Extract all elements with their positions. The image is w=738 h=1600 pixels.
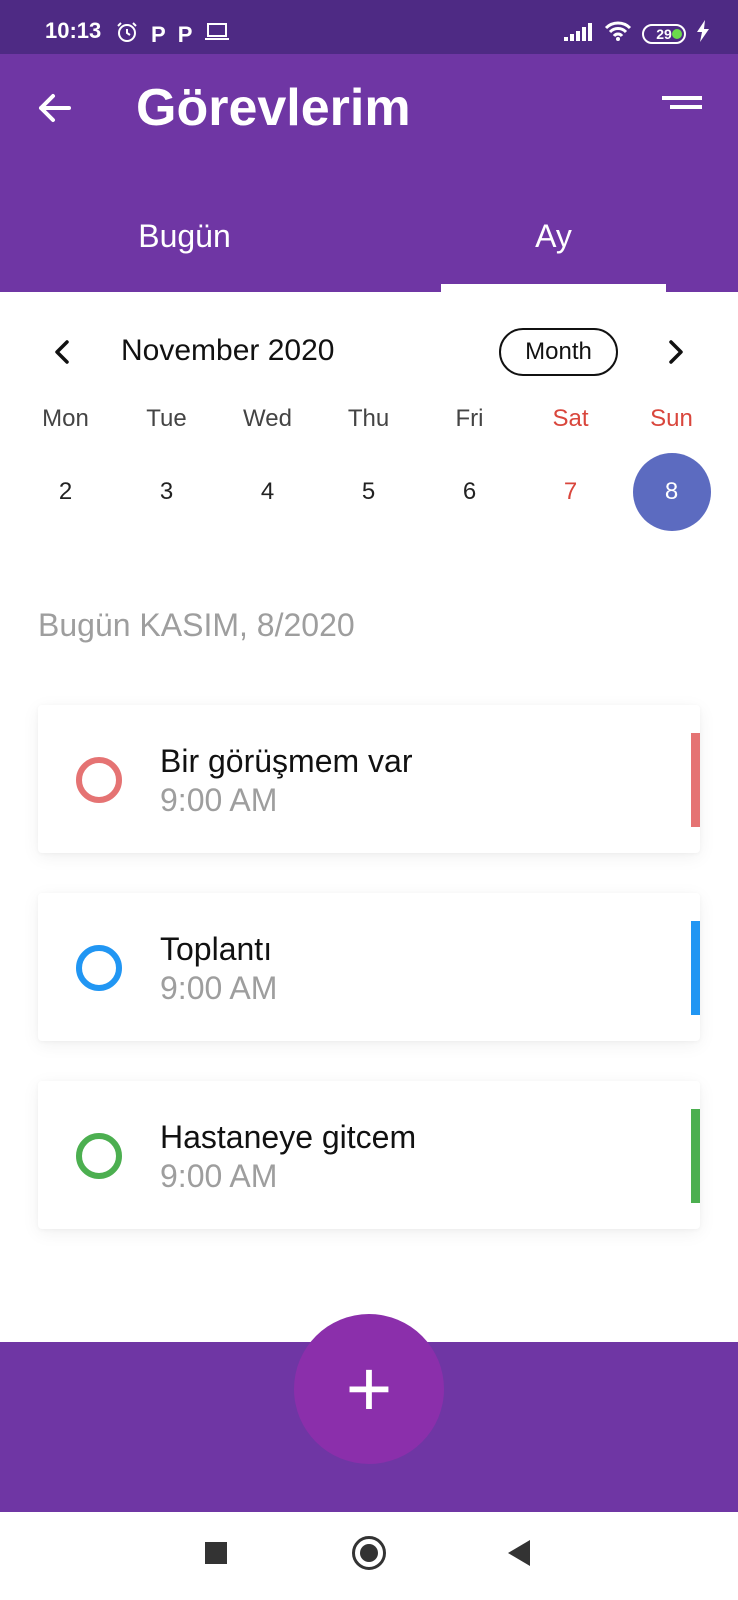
day-number: 7 [563, 478, 578, 505]
calendar-day[interactable]: 6 [419, 453, 520, 531]
chevron-left-icon [55, 340, 69, 364]
task-color-stripe [691, 1109, 700, 1203]
battery-icon: 29 [642, 23, 686, 44]
day-number: 4 [260, 478, 275, 505]
status-icons-left: P P [115, 20, 230, 49]
alarm-icon [115, 20, 139, 49]
day-number: 5 [361, 478, 376, 505]
calendar-day[interactable]: 2 [15, 453, 116, 531]
day-number: 6 [462, 478, 477, 505]
p-icon: P [177, 21, 193, 47]
calendar-day[interactable]: 4 [217, 453, 318, 531]
calendar-header: November 2020 Month [0, 320, 738, 386]
calendar-day[interactable]: 3 [116, 453, 217, 531]
weekday-label: Sat [552, 405, 589, 432]
page-title: Görevlerim [136, 79, 411, 137]
laptop-icon [204, 22, 230, 47]
calendar-day[interactable]: 7 [520, 453, 621, 531]
tab-indicator [441, 284, 666, 292]
weekday-label: Mon [42, 405, 89, 432]
status-time: 10:13 [45, 18, 102, 43]
chevron-right-icon [669, 340, 683, 364]
sort-button[interactable] [662, 92, 710, 122]
status-icons-right: 29 [564, 20, 710, 47]
weekday-label: Sun [650, 405, 693, 432]
weekday-label: Wed [243, 405, 292, 432]
month-title: November 2020 [121, 334, 335, 367]
task-card[interactable]: Hastaneye gitcem 9:00 AM [38, 1081, 700, 1229]
task-list: Bir görüşmem var 9:00 AM Toplantı 9:00 A… [38, 705, 700, 1269]
calendar-day[interactable]: 5 [318, 453, 419, 531]
weekday-label: Fri [455, 405, 484, 432]
sort-icon [662, 96, 702, 109]
tab-today[interactable]: Bugün [0, 204, 369, 292]
task-time: 9:00 AM [160, 970, 278, 1006]
day-number: 2 [58, 478, 73, 505]
previous-month-button[interactable] [44, 332, 80, 372]
task-status-circle-icon[interactable] [76, 945, 122, 991]
home-icon[interactable] [352, 1536, 386, 1570]
task-title: Bir görüşmem var [160, 743, 413, 779]
weekday-row: Mon Tue Wed Thu Fri Sat Sun [15, 405, 723, 433]
p-icon: P [151, 21, 166, 47]
task-status-circle-icon[interactable] [76, 757, 122, 803]
task-time: 9:00 AM [160, 1158, 278, 1194]
task-color-stripe [691, 921, 700, 1015]
battery-level: 29 [656, 25, 672, 42]
next-month-button[interactable] [658, 332, 694, 372]
back-button[interactable] [30, 84, 78, 132]
status-bar: 10:13 P P 29 [0, 0, 738, 54]
task-card[interactable]: Toplantı 9:00 AM [38, 893, 700, 1041]
day-number: 8 [632, 453, 711, 531]
day-row: 2 3 4 5 6 7 8 [15, 453, 723, 531]
task-card[interactable]: Bir görüşmem var 9:00 AM [38, 705, 700, 853]
back-triangle-icon[interactable] [508, 1540, 530, 1566]
signal-icon [564, 21, 594, 46]
task-title: Toplantı [160, 931, 273, 967]
date-heading: Bugün KASIM, 8/2020 [38, 607, 355, 643]
calendar-day-selected[interactable]: 8 [621, 453, 722, 531]
calendar-format-button[interactable]: Month [499, 328, 618, 376]
system-nav-bar [0, 1512, 738, 1600]
task-status-circle-icon[interactable] [76, 1133, 122, 1179]
battery-charge-dot [672, 28, 682, 39]
charging-icon [696, 20, 710, 47]
task-color-stripe [691, 733, 700, 827]
plus-icon: + [345, 1344, 393, 1433]
task-title: Hastaneye gitcem [160, 1119, 417, 1155]
add-task-button[interactable]: + [294, 1314, 444, 1464]
recents-icon[interactable] [205, 1542, 227, 1564]
weekday-label: Tue [146, 405, 187, 432]
arrow-left-icon [39, 94, 71, 122]
weekday-label: Thu [347, 405, 390, 432]
tab-month[interactable]: Ay [369, 204, 738, 292]
wifi-icon [604, 20, 632, 47]
day-number: 3 [159, 478, 174, 505]
app-bar: Görevlerim Bugün Ay [0, 54, 738, 292]
task-time: 9:00 AM [160, 782, 278, 818]
